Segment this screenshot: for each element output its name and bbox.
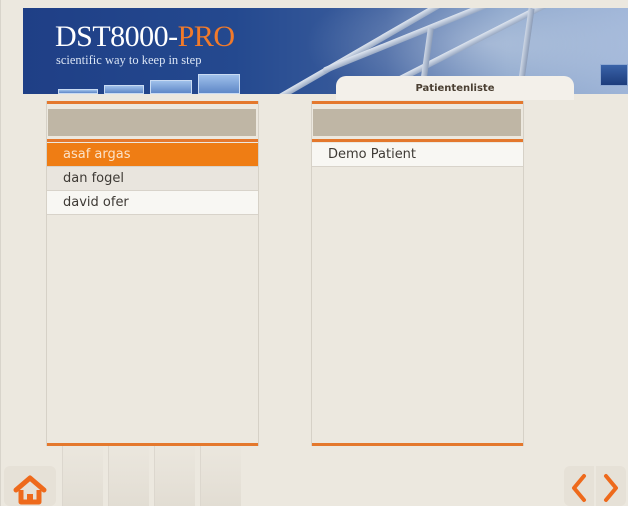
user-list: asaf argas dan fogel david ofer <box>47 143 258 215</box>
step-bar <box>58 89 98 94</box>
footer-stripe <box>200 446 241 506</box>
list-item[interactable]: david ofer <box>47 191 258 215</box>
panel-top-rule <box>312 101 523 104</box>
next-button[interactable] <box>596 466 626 506</box>
chevron-left-icon <box>572 474 586 502</box>
panel-mid-rule <box>312 139 523 142</box>
panel-mid-rule <box>47 139 258 142</box>
footer-stripe <box>62 446 103 506</box>
list-item[interactable]: asaf argas <box>47 143 258 167</box>
list-item[interactable]: dan fogel <box>47 167 258 191</box>
brand-badge-icon <box>600 64 628 86</box>
step-bar <box>104 85 144 94</box>
footer-stripe <box>108 446 149 506</box>
right-list-panel: Demo Patient <box>311 101 524 446</box>
logo-step-bars <box>58 68 278 94</box>
left-list-panel: asaf argas dan fogel david ofer <box>46 101 259 446</box>
list-item[interactable]: Demo Patient <box>312 143 523 167</box>
back-button[interactable] <box>564 466 594 506</box>
home-button[interactable] <box>4 466 56 506</box>
footer-decoration <box>62 446 242 506</box>
patient-list: Demo Patient <box>312 143 523 167</box>
tab-patientenliste[interactable]: Patientenliste <box>336 76 574 100</box>
home-icon <box>13 475 47 505</box>
panel-header-bar <box>313 109 521 136</box>
panel-bottom-rule <box>312 443 523 446</box>
panel-top-rule <box>47 101 258 104</box>
step-bar <box>150 80 192 94</box>
panel-header-bar <box>48 109 256 136</box>
chevron-right-icon <box>604 474 618 502</box>
step-bar <box>198 74 240 94</box>
app-tagline: scientific way to keep in step <box>56 53 202 67</box>
footer-stripe <box>154 446 195 506</box>
app-logo-title: DST8000-PRO <box>55 20 235 53</box>
